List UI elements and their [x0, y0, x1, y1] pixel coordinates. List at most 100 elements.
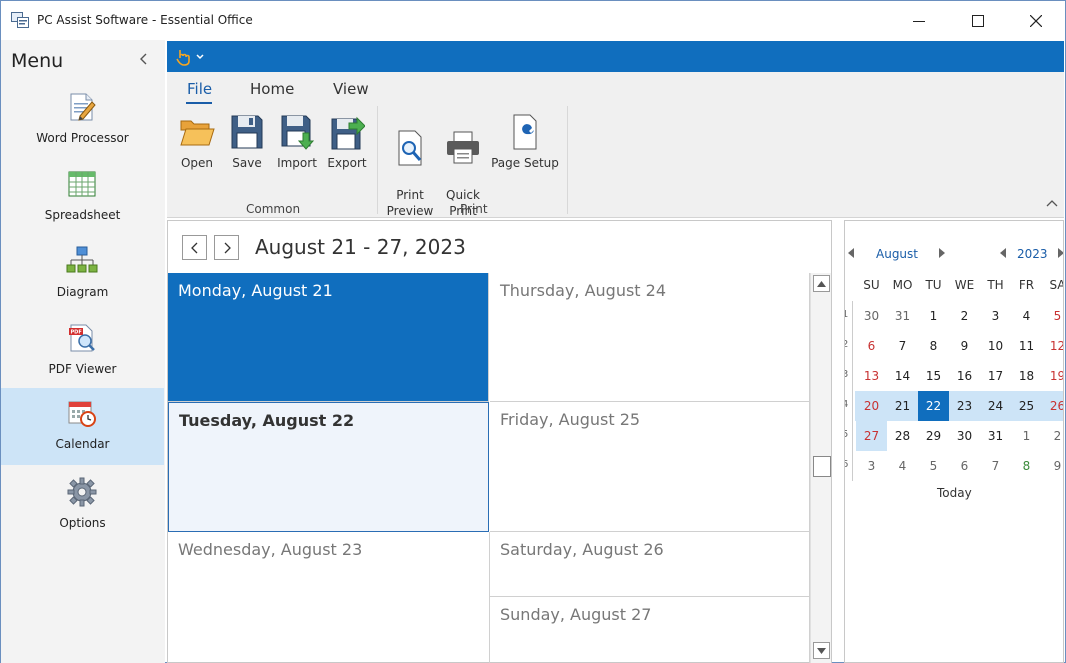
- export-button[interactable]: Export: [325, 113, 369, 171]
- calendar-day[interactable]: 2: [949, 301, 980, 331]
- ribbon: File Home View Open Save Import Export C…: [167, 72, 1064, 218]
- next-week-button[interactable]: [214, 235, 239, 260]
- calendar-day[interactable]: 20: [856, 391, 887, 421]
- print-preview-button[interactable]: Print Preview: [383, 113, 437, 219]
- calendar-day[interactable]: 8: [918, 331, 949, 361]
- scroll-thumb[interactable]: [813, 456, 831, 477]
- calendar-day[interactable]: 7: [887, 331, 918, 361]
- calendar-day[interactable]: 29: [918, 421, 949, 451]
- menu-item-pdf-viewer[interactable]: PDF PDF Viewer: [1, 313, 164, 390]
- collapse-menu-icon[interactable]: [137, 52, 151, 66]
- menu-item-word-processor[interactable]: Word Processor: [1, 82, 164, 159]
- minimize-button[interactable]: [890, 1, 948, 40]
- calendar-day[interactable]: 24: [980, 391, 1011, 421]
- group-label-print: Print: [460, 202, 488, 216]
- previous-month-icon[interactable]: [847, 248, 855, 258]
- previous-week-button[interactable]: [182, 235, 207, 260]
- calendar-day[interactable]: 14: [887, 361, 918, 391]
- calendar-day[interactable]: 11: [1011, 331, 1042, 361]
- year-label[interactable]: 2023: [1017, 247, 1048, 261]
- day-label: Tuesday, August 22: [179, 411, 355, 430]
- calendar-day[interactable]: 13: [856, 361, 887, 391]
- calendar-day[interactable]: 27: [856, 421, 887, 451]
- menu-item-diagram[interactable]: Diagram: [1, 236, 164, 313]
- calendar-day[interactable]: 28: [887, 421, 918, 451]
- collapse-ribbon-icon[interactable]: [1046, 198, 1058, 208]
- calendar-day[interactable]: 23: [949, 391, 980, 421]
- menu-item-label: PDF Viewer: [48, 362, 117, 376]
- calendar-day[interactable]: 17: [980, 361, 1011, 391]
- export-icon: [331, 116, 365, 150]
- calendar-day[interactable]: 2: [1042, 421, 1063, 451]
- calendar-day[interactable]: 25: [1011, 391, 1042, 421]
- scroll-up-icon: [817, 280, 826, 287]
- calendar-day[interactable]: 3: [980, 301, 1011, 331]
- today-button[interactable]: Today: [937, 486, 972, 500]
- day-cell-tuesday[interactable]: Tuesday, August 22: [168, 402, 489, 532]
- calendar-day[interactable]: 31: [980, 421, 1011, 451]
- menu-item-spreadsheet[interactable]: Spreadsheet: [1, 159, 164, 236]
- calendar-day[interactable]: 10: [980, 331, 1011, 361]
- close-button[interactable]: [1007, 1, 1065, 40]
- calendar-day[interactable]: 9: [949, 331, 980, 361]
- calendar-day[interactable]: 3: [856, 451, 887, 481]
- title-bar[interactable]: PC Assist Software - Essential Office: [1, 1, 1065, 40]
- import-label: Import: [277, 156, 317, 170]
- calendar-day[interactable]: 16: [949, 361, 980, 391]
- day-cell-thursday[interactable]: Thursday, August 24: [490, 273, 810, 402]
- vertical-scrollbar[interactable]: [810, 273, 831, 663]
- word-processor-icon: [70, 93, 96, 121]
- calendar-day[interactable]: 5: [1042, 301, 1063, 331]
- calendar-day[interactable]: 6: [949, 451, 980, 481]
- tab-file[interactable]: File: [187, 80, 212, 98]
- calendar-day[interactable]: 31: [887, 301, 918, 331]
- group-separator: [567, 106, 568, 214]
- import-icon: [281, 115, 315, 150]
- calendar-day[interactable]: 8: [1011, 451, 1042, 481]
- group-label-common: Common: [246, 202, 301, 216]
- day-cell-friday[interactable]: Friday, August 25: [490, 402, 810, 532]
- tab-view[interactable]: View: [333, 80, 369, 98]
- touch-mode-icon[interactable]: [174, 47, 206, 66]
- calendar-day[interactable]: 21: [887, 391, 918, 421]
- save-button[interactable]: Save: [225, 113, 269, 171]
- calendar-day[interactable]: 12: [1042, 331, 1063, 361]
- calendar-day[interactable]: 15: [918, 361, 949, 391]
- menu-item-options[interactable]: Options: [1, 467, 164, 544]
- gear-icon: [67, 477, 97, 507]
- calendar-day[interactable]: 4: [1011, 301, 1042, 331]
- tab-home[interactable]: Home: [250, 80, 294, 98]
- maximize-button[interactable]: [949, 1, 1007, 40]
- print-preview-icon: [398, 130, 422, 166]
- month-label[interactable]: August: [876, 247, 918, 261]
- calendar-day[interactable]: 1: [1011, 421, 1042, 451]
- week-number: 5: [845, 429, 852, 440]
- calendar-day[interactable]: 6: [856, 331, 887, 361]
- calendar-day[interactable]: 1: [918, 301, 949, 331]
- calendar-icon: [68, 401, 96, 427]
- calendar-day[interactable]: 5: [918, 451, 949, 481]
- calendar-day[interactable]: 7: [980, 451, 1011, 481]
- previous-year-icon[interactable]: [999, 248, 1007, 258]
- scroll-up-button[interactable]: [813, 275, 830, 292]
- next-month-icon[interactable]: [938, 248, 946, 258]
- day-cell-saturday[interactable]: Saturday, August 26: [490, 532, 810, 597]
- calendar-day[interactable]: 30: [949, 421, 980, 451]
- week-range-title: August 21 - 27, 2023: [255, 235, 466, 259]
- open-button[interactable]: Open: [175, 113, 219, 171]
- import-button[interactable]: Import: [275, 113, 319, 171]
- day-cell-sunday[interactable]: Sunday, August 27: [490, 597, 810, 663]
- day-cell-monday[interactable]: Monday, August 21: [168, 273, 489, 402]
- calendar-day[interactable]: 19: [1042, 361, 1063, 391]
- next-year-icon[interactable]: [1057, 248, 1064, 258]
- calendar-day[interactable]: 9: [1042, 451, 1063, 481]
- menu-item-calendar[interactable]: Calendar: [1, 388, 164, 465]
- calendar-day[interactable]: 26: [1042, 391, 1063, 421]
- day-cell-wednesday[interactable]: Wednesday, August 23: [168, 532, 490, 663]
- calendar-day[interactable]: 4: [887, 451, 918, 481]
- calendar-day[interactable]: 18: [1011, 361, 1042, 391]
- scroll-down-button[interactable]: [813, 642, 830, 659]
- page-setup-button[interactable]: Page Setup: [491, 113, 559, 171]
- calendar-day[interactable]: 30: [856, 301, 887, 331]
- calendar-day[interactable]: 22: [918, 391, 949, 421]
